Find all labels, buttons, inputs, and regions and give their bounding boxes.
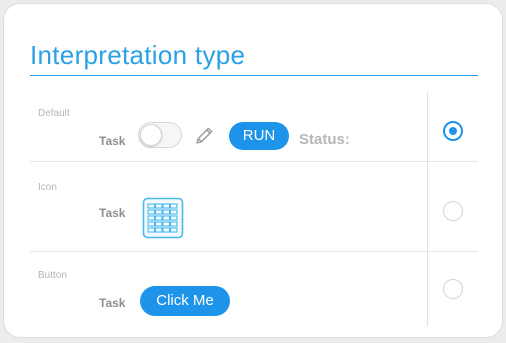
panel-title: Interpretation type: [30, 40, 246, 70]
radio-button[interactable]: [443, 279, 463, 299]
radio-icon[interactable]: [443, 201, 463, 221]
task-label-default: Task: [99, 134, 126, 148]
radio-selected-dot: [449, 127, 457, 135]
task-label-button: Task: [99, 296, 126, 310]
option-label-icon: Icon: [38, 182, 57, 193]
row-divider-2: [30, 251, 478, 252]
task-toggle[interactable]: [138, 122, 182, 148]
title-underline: [30, 75, 478, 76]
table-grid-icon[interactable]: [142, 197, 184, 239]
option-label-button: Button: [38, 270, 67, 281]
option-label-default: Default: [38, 108, 70, 119]
interpretation-type-panel: Interpretation type Default Task RUN Sta…: [4, 4, 502, 337]
pencil-icon[interactable]: [192, 124, 216, 148]
row-divider-1: [30, 161, 478, 162]
radio-default[interactable]: [443, 121, 463, 141]
radio-column-divider: [427, 92, 428, 326]
toggle-knob: [140, 124, 162, 146]
run-button[interactable]: RUN: [229, 122, 289, 150]
click-me-button[interactable]: Click Me: [140, 286, 230, 316]
task-label-icon: Task: [99, 206, 126, 220]
status-label: Status:: [299, 131, 350, 148]
